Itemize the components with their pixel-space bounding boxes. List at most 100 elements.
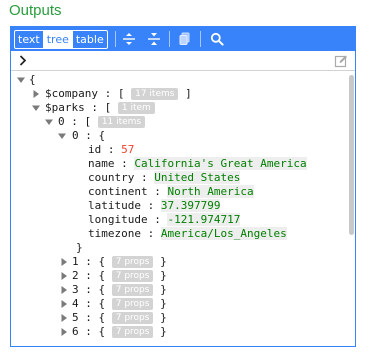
section-title: Outputs — [9, 2, 62, 19]
field-value[interactable]: North America — [167, 185, 254, 198]
colon: : — [91, 101, 98, 114]
field-value[interactable]: 37.397799 — [160, 199, 221, 212]
prop-count-badge: 7 props — [111, 326, 154, 338]
menu-separator — [169, 31, 170, 47]
expand-all-icon — [123, 33, 135, 45]
item-count-badge: 11 items — [97, 116, 146, 128]
open-brace: { — [98, 283, 106, 296]
collapsed-arrow-icon[interactable] — [32, 90, 40, 98]
collapse-all-button[interactable] — [144, 30, 164, 48]
close-brace: } — [160, 283, 167, 296]
collapse-all-icon — [148, 33, 160, 45]
expanded-arrow-icon[interactable] — [45, 118, 53, 126]
field-name: $company — [45, 87, 98, 100]
expand-all-button[interactable] — [119, 30, 139, 48]
field-name: $parks — [45, 101, 85, 114]
menu-separator — [115, 31, 116, 47]
expanded-arrow-icon[interactable] — [32, 104, 40, 112]
index-key: 0 — [58, 115, 65, 128]
colon: : — [85, 129, 92, 142]
copy-button[interactable] — [175, 30, 195, 48]
vertical-scrollbar[interactable] — [349, 75, 354, 235]
open-bracket: [ — [104, 101, 112, 114]
chevron-right-icon[interactable] — [19, 55, 27, 66]
copy-icon — [179, 32, 190, 45]
index-key: 2 — [72, 269, 79, 282]
prop-count-badge: 7 props — [111, 298, 154, 310]
collapsed-arrow-icon[interactable] — [60, 258, 68, 266]
mode-table-button[interactable]: table — [73, 31, 107, 48]
close-bracket: ] — [185, 87, 192, 100]
field-name: id — [88, 143, 102, 156]
open-bracket: [ — [84, 115, 92, 128]
index-key: 5 — [72, 311, 79, 324]
colon: : — [71, 115, 78, 128]
mode-text-button[interactable]: text — [15, 31, 44, 48]
json-tree: { $company : [ 17 items ] $parks : [ 1 i… — [11, 72, 341, 346]
close-brace: } — [160, 255, 167, 268]
tree-row-field[interactable]: country : United States — [88, 171, 241, 185]
record-0-close: } — [76, 241, 83, 255]
index-key: 6 — [72, 325, 79, 338]
field-value[interactable]: California's Great America — [134, 157, 307, 170]
field-name: latitude — [88, 199, 141, 212]
tree-row-field[interactable]: timezone : America/Los_Angeles — [88, 227, 287, 241]
collapsed-arrow-icon[interactable] — [60, 328, 68, 336]
colon: : — [85, 283, 92, 296]
index-key: 3 — [72, 283, 79, 296]
tree-row-field[interactable]: name : California's Great America — [88, 157, 307, 171]
prop-count-badge: 7 props — [111, 312, 154, 324]
colon: : — [85, 311, 92, 324]
open-brace: { — [98, 297, 106, 310]
collapsed-arrow-icon[interactable] — [60, 286, 68, 294]
colon: : — [107, 143, 115, 156]
colon: : — [85, 255, 92, 268]
search-icon — [210, 32, 224, 46]
open-brace: { — [98, 311, 106, 324]
expanded-arrow-icon[interactable] — [17, 76, 25, 84]
prop-count-badge: 7 props — [111, 270, 154, 282]
item-count-badge: 17 items — [131, 88, 179, 100]
colon: : — [154, 185, 161, 198]
collapsed-arrow-icon[interactable] — [60, 272, 68, 280]
tree-row-field[interactable]: longitude : -121.974717 — [88, 213, 241, 227]
tree-row-field[interactable]: id : 57 — [88, 143, 134, 157]
edit-icon[interactable] — [334, 54, 348, 68]
open-brace: { — [98, 269, 106, 282]
index-key: 0 — [72, 129, 79, 142]
navigation-bar — [11, 51, 355, 71]
mode-switcher: text tree table — [14, 30, 108, 49]
close-brace: } — [160, 311, 167, 324]
mode-tree-button[interactable]: tree — [43, 31, 73, 48]
tree-row-field[interactable]: continent : North America — [88, 185, 254, 199]
field-value[interactable]: -121.974717 — [167, 213, 241, 226]
expanded-arrow-icon[interactable] — [58, 132, 66, 140]
close-brace: } — [160, 297, 167, 310]
open-brace: { — [98, 325, 106, 338]
tree-row-field[interactable]: latitude : 37.397799 — [88, 199, 221, 213]
open-brace: { — [98, 255, 106, 268]
field-name: name — [88, 157, 115, 170]
colon: : — [85, 269, 92, 282]
colon: : — [140, 171, 148, 184]
prop-count-badge: 7 props — [111, 256, 154, 268]
close-brace: } — [76, 241, 83, 254]
editor-menu: text tree table — [11, 27, 355, 51]
field-name: timezone — [88, 227, 141, 240]
close-brace: } — [160, 269, 167, 282]
collapsed-arrow-icon[interactable] — [60, 314, 68, 322]
field-value[interactable]: United States — [154, 171, 241, 184]
colon: : — [154, 213, 161, 226]
field-value[interactable]: 57 — [121, 143, 134, 156]
item-count-badge: 1 item — [117, 102, 155, 114]
field-value[interactable]: America/Los_Angeles — [160, 227, 287, 240]
open-brace: { — [98, 129, 106, 142]
search-button[interactable] — [207, 30, 227, 48]
index-key: 4 — [72, 297, 79, 310]
root-open-bracket: { — [29, 73, 36, 86]
field-name: longitude — [88, 213, 148, 226]
menu-separator — [200, 31, 201, 47]
collapsed-arrow-icon[interactable] — [60, 300, 68, 308]
colon: : — [121, 157, 128, 170]
colon: : — [85, 325, 92, 338]
